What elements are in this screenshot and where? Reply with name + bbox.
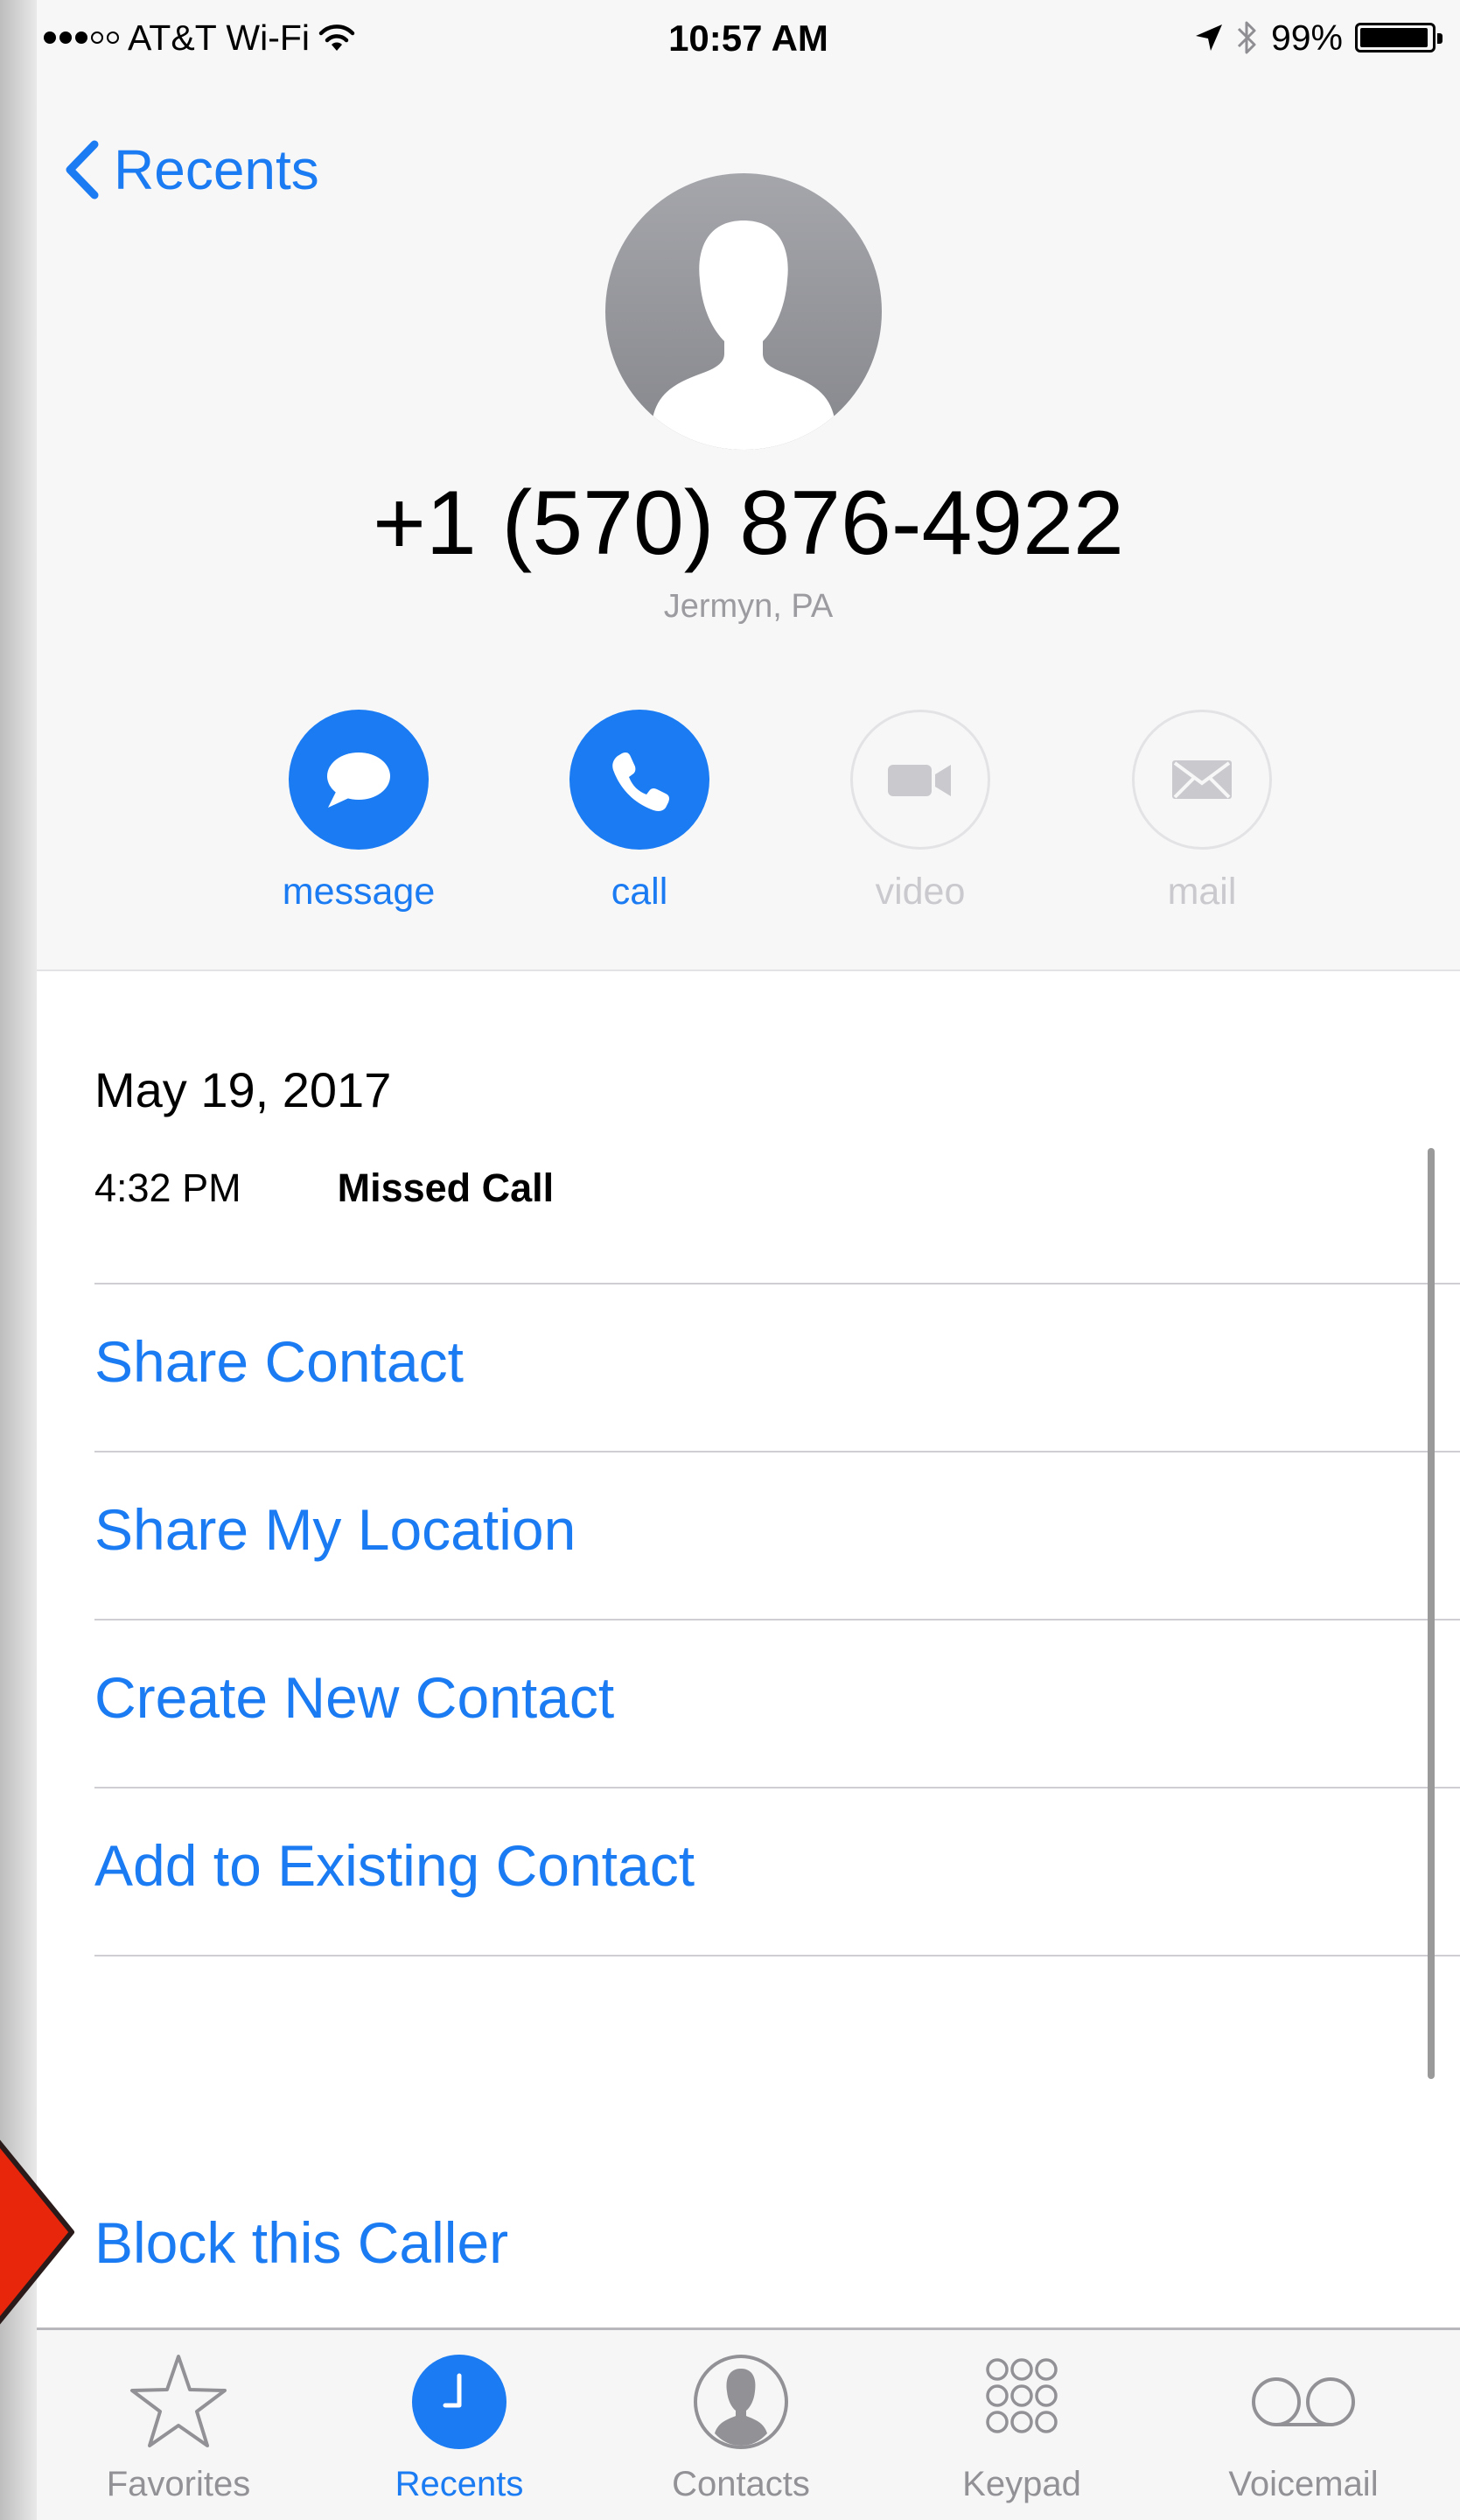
clock-icon xyxy=(328,2349,590,2454)
tab-favorites-label: Favorites xyxy=(106,2465,251,2503)
person-circle-icon xyxy=(610,2349,872,2454)
share-location-link[interactable]: Share My Location xyxy=(94,1496,576,1563)
battery-icon xyxy=(1355,23,1443,52)
video-camera-icon xyxy=(850,710,990,850)
history-date: May 19, 2017 xyxy=(94,1062,392,1117)
divider xyxy=(94,1619,1460,1620)
tab-contacts[interactable]: Contacts xyxy=(610,2349,872,2504)
voicemail-icon xyxy=(1172,2349,1435,2454)
phone-icon xyxy=(569,710,709,850)
tab-voicemail-label: Voicemail xyxy=(1228,2465,1379,2503)
tab-voicemail[interactable]: Voicemail xyxy=(1172,2349,1435,2504)
chevron-left-icon xyxy=(66,140,99,200)
block-caller-link[interactable]: Block this Caller xyxy=(94,2209,508,2276)
create-contact-link[interactable]: Create New Contact xyxy=(94,1664,614,1731)
call-action[interactable]: call xyxy=(534,710,744,914)
tab-keypad[interactable]: Keypad xyxy=(891,2349,1153,2504)
message-action-label: message xyxy=(282,871,436,913)
video-action-label: video xyxy=(875,871,966,913)
phone-screen: AT&T Wi-Fi 10:57 AM 99% Recents +1 (570)… xyxy=(37,0,1460,2520)
tab-favorites[interactable]: Favorites xyxy=(47,2349,310,2504)
history-type: Missed Call xyxy=(337,1166,555,1210)
tab-keypad-label: Keypad xyxy=(962,2465,1081,2503)
status-right: 99% xyxy=(1194,16,1443,60)
phone-number: +1 (570) 876-4922 xyxy=(373,472,1124,574)
divider xyxy=(94,1451,1460,1452)
message-bubble-icon xyxy=(289,710,429,850)
star-icon xyxy=(47,2349,310,2454)
tab-recents-label: Recents xyxy=(395,2465,524,2503)
video-action[interactable]: video xyxy=(815,710,1025,914)
status-bar: AT&T Wi-Fi 10:57 AM 99% xyxy=(37,0,1460,74)
bluetooth-icon xyxy=(1237,21,1256,54)
keypad-icon xyxy=(891,2349,1153,2454)
tab-recents[interactable]: Recents xyxy=(328,2349,590,2504)
history-time: 4:32 PM xyxy=(94,1166,241,1210)
contact-header: Recents +1 (570) 876-4922 Jermyn, PA mes… xyxy=(37,74,1460,971)
call-action-label: call xyxy=(611,871,668,913)
location-arrow-icon xyxy=(1195,24,1222,51)
red-arrow-callout xyxy=(0,2139,74,2325)
mail-action[interactable]: mail xyxy=(1097,710,1307,914)
back-button-label: Recents xyxy=(114,138,319,201)
share-contact-link[interactable]: Share Contact xyxy=(94,1328,464,1395)
divider xyxy=(94,1787,1460,1788)
envelope-icon xyxy=(1132,710,1272,850)
add-existing-contact-link[interactable]: Add to Existing Contact xyxy=(94,1832,695,1899)
quick-actions: message call video mail xyxy=(37,710,1460,920)
tab-bar: Favorites Recents Contacts Keypad Voicem… xyxy=(37,2328,1460,2520)
history-entry: 4:32 PM Missed Call xyxy=(94,1166,554,1211)
caller-location: Jermyn, PA xyxy=(663,588,834,625)
battery-percent: 99% xyxy=(1270,17,1343,58)
message-action[interactable]: message xyxy=(254,710,464,914)
divider xyxy=(94,1955,1460,1956)
tab-contacts-label: Contacts xyxy=(672,2465,810,2503)
person-silhouette-icon xyxy=(653,220,835,450)
scrollbar[interactable] xyxy=(1428,1148,1435,2079)
avatar xyxy=(605,173,882,450)
mail-action-label: mail xyxy=(1167,871,1237,913)
divider xyxy=(94,1283,1460,1284)
back-button[interactable]: Recents xyxy=(63,126,319,214)
